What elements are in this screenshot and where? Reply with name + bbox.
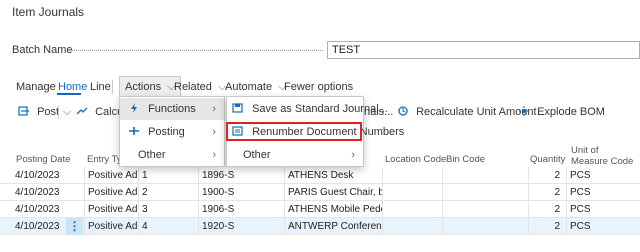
- col-uom-line2: Measure Code: [571, 156, 634, 167]
- cell-posting-date[interactable]: 4/10/2023: [12, 167, 66, 184]
- cell-quantity[interactable]: 2: [528, 218, 566, 235]
- post-icon: [18, 106, 29, 116]
- cell-item-no[interactable]: 1920-S: [198, 218, 284, 235]
- cell-location-code[interactable]: [382, 201, 442, 218]
- cell-quantity[interactable]: 2: [528, 201, 566, 218]
- table-row[interactable]: 4/10/2023 ⋮ Positive Ad... 4 1920-S ANTW…: [0, 218, 640, 235]
- cell-posting-date[interactable]: 4/10/2023: [12, 201, 66, 218]
- menu-separator: [112, 80, 113, 94]
- cell-bin-code[interactable]: [442, 167, 528, 184]
- menu-item-posting[interactable]: Posting ›: [120, 121, 224, 143]
- cell-uom[interactable]: PCS: [566, 167, 640, 184]
- menu-item-other[interactable]: Other ›: [120, 144, 224, 166]
- menu-actions-label: Actions: [125, 81, 162, 93]
- chevron-right-icon: ›: [351, 149, 355, 161]
- cell-posting-date[interactable]: 4/10/2023: [12, 218, 66, 235]
- table-row[interactable]: 4/10/2023 Positive Ad... 2 1900-S PARIS …: [0, 184, 640, 201]
- menu-fewer-options[interactable]: Fewer options: [284, 81, 353, 93]
- menu-line[interactable]: Line: [90, 81, 111, 93]
- batch-name-label: Batch Name: [12, 44, 73, 56]
- chevron-down-icon: ⌵: [63, 106, 72, 118]
- cell-description[interactable]: PARIS Guest Chair, black: [284, 184, 382, 201]
- menu-item-other-label: Other: [138, 149, 166, 161]
- menu-manage[interactable]: Manage: [16, 81, 56, 93]
- journal-grid: 4/10/2023 Positive Ad... 1 1896-S ATHENS…: [0, 167, 640, 235]
- batch-name-field[interactable]: TEST: [327, 41, 640, 59]
- cell-entry-type[interactable]: Positive Ad...: [84, 218, 138, 235]
- menu-actions[interactable]: Actions ⌵: [119, 76, 182, 97]
- recalculate-icon: [398, 106, 408, 116]
- row-menu-icon[interactable]: ⋮: [66, 218, 83, 235]
- calculate-icon: [76, 107, 88, 115]
- cell-entry-type[interactable]: Positive Ad...: [84, 184, 138, 201]
- col-quantity[interactable]: Quantity: [530, 154, 565, 165]
- menu-item-save-standard-journal[interactable]: Save as Standard Journal...: [227, 98, 388, 120]
- lightning-icon: [131, 103, 137, 113]
- cell-uom[interactable]: PCS: [566, 184, 640, 201]
- cell-document-no[interactable]: 1: [138, 167, 198, 184]
- menu-item-functions-other-label: Other: [243, 149, 271, 161]
- post-label: Post: [37, 106, 60, 118]
- cell-bin-code[interactable]: [442, 201, 528, 218]
- cell-document-no[interactable]: 3: [138, 201, 198, 218]
- chevron-right-icon: ›: [212, 149, 216, 161]
- explode-bom-label: Explode BOM: [537, 106, 605, 118]
- cell-description[interactable]: ATHENS Desk: [284, 167, 382, 184]
- menu-automate[interactable]: Automate ⌵: [225, 81, 287, 94]
- menu-related-label: Related: [174, 81, 212, 93]
- menu-bar: Manage Home Line Actions ⌵ Related ⌵ Aut…: [0, 76, 640, 98]
- col-posting-date[interactable]: Posting Date: [16, 154, 70, 165]
- cell-location-code[interactable]: [382, 184, 442, 201]
- cell-item-no[interactable]: 1896-S: [198, 167, 284, 184]
- cell-uom[interactable]: PCS: [566, 218, 640, 235]
- cell-location-code[interactable]: [382, 218, 442, 235]
- home-tab-underline: [57, 93, 81, 95]
- cell-entry-type[interactable]: Positive Ad...: [84, 167, 138, 184]
- cell-bin-code[interactable]: [442, 218, 528, 235]
- cell-document-no[interactable]: 2: [138, 184, 198, 201]
- menu-item-save-standard-journal-label: Save as Standard Journal...: [252, 103, 388, 115]
- col-location-code[interactable]: Location Code: [385, 154, 446, 165]
- cell-document-no[interactable]: 4: [138, 218, 198, 235]
- actions-dropdown: Functions › Posting › Other ›: [119, 96, 225, 167]
- cell-item-no[interactable]: 1900-S: [198, 184, 284, 201]
- menu-item-functions[interactable]: Functions ›: [120, 98, 224, 120]
- table-row[interactable]: 4/10/2023 Positive Ad... 1 1896-S ATHENS…: [0, 167, 640, 184]
- cell-location-code[interactable]: [382, 167, 442, 184]
- cell-quantity[interactable]: 2: [528, 184, 566, 201]
- cell-description[interactable]: ATHENS Mobile Pedestal: [284, 201, 382, 218]
- explode-bom-icon: [519, 106, 529, 116]
- col-bin-code[interactable]: Bin Code: [446, 154, 485, 165]
- menu-home[interactable]: Home: [58, 81, 87, 93]
- menu-item-functions-label: Functions: [148, 103, 196, 115]
- menu-item-functions-other[interactable]: Other ›: [227, 144, 363, 166]
- cell-item-no[interactable]: 1906-S: [198, 201, 284, 218]
- save-journal-icon: [232, 103, 243, 113]
- posting-icon: [129, 127, 139, 135]
- menu-item-posting-label: Posting: [148, 126, 185, 138]
- cell-posting-date[interactable]: 4/10/2023: [12, 184, 66, 201]
- chevron-right-icon: ›: [212, 126, 216, 138]
- chevron-right-icon: ›: [212, 103, 216, 115]
- post-dropdown-button[interactable]: ⌵: [58, 106, 71, 119]
- col-uom-line1: Unit of: [571, 145, 599, 156]
- cell-quantity[interactable]: 2: [528, 167, 566, 184]
- col-uom[interactable]: Unit of Measure Code: [571, 145, 633, 167]
- cell-entry-type[interactable]: Positive Ad...: [84, 201, 138, 218]
- post-button[interactable]: Post: [18, 106, 59, 118]
- table-row[interactable]: 4/10/2023 Positive Ad... 3 1906-S ATHENS…: [0, 201, 640, 218]
- menu-related[interactable]: Related ⌵: [174, 81, 226, 94]
- cell-uom[interactable]: PCS: [566, 201, 640, 218]
- recalculate-unit-amount-button[interactable]: Recalculate Unit Amount: [397, 106, 537, 118]
- page-title: Item Journals: [12, 5, 85, 19]
- renumber-highlight-box: [226, 122, 362, 141]
- explode-bom-button[interactable]: Explode BOM: [518, 106, 605, 118]
- cell-bin-code[interactable]: [442, 184, 528, 201]
- batch-name-dots: [68, 50, 323, 51]
- cell-description[interactable]: ANTWERP Conference Table: [284, 218, 382, 235]
- menu-automate-label: Automate: [225, 81, 273, 93]
